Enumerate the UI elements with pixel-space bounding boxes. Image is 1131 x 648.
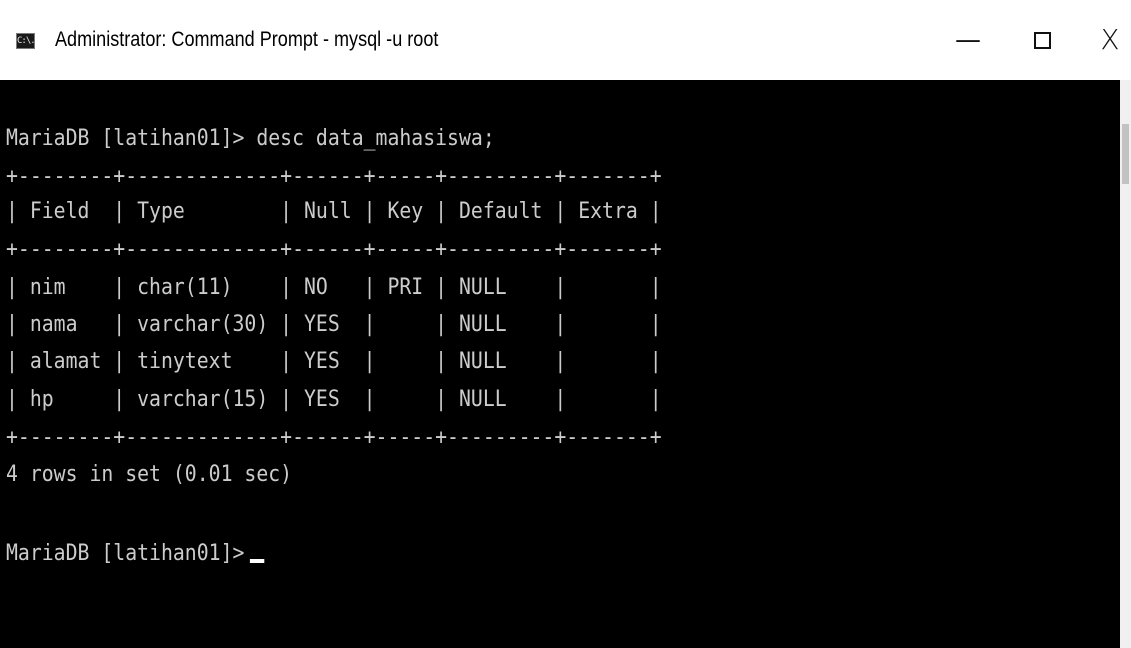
window-title: Administrator: Command Prompt - mysql -u… bbox=[55, 28, 439, 51]
table-border-bottom: +--------+-------------+------+-----+---… bbox=[6, 425, 662, 450]
table-border-top: +--------+-------------+------+-----+---… bbox=[6, 164, 662, 189]
table-border-header: +--------+-------------+------+-----+---… bbox=[6, 237, 662, 262]
console-output[interactable]: MariaDB [latihan01]> desc data_mahasiswa… bbox=[0, 80, 1131, 648]
title-bar[interactable]: C:\. Administrator: Command Prompt - mys… bbox=[0, 0, 1131, 80]
vertical-scrollbar[interactable] bbox=[1120, 80, 1131, 648]
minimize-button[interactable]: — bbox=[938, 20, 998, 60]
cmd-icon[interactable]: C:\. bbox=[16, 33, 35, 49]
maximize-icon bbox=[1033, 32, 1051, 49]
table-header-row: | Field | Type | Null | Key | Default | … bbox=[6, 199, 662, 224]
scroll-thumb[interactable] bbox=[1122, 124, 1129, 184]
command-prompt-window: C:\. Administrator: Command Prompt - mys… bbox=[0, 0, 1131, 648]
table-row: | nama | varchar(30) | YES | | NULL | | bbox=[6, 312, 662, 337]
close-button[interactable]: X bbox=[1080, 20, 1131, 60]
text-cursor bbox=[249, 559, 265, 563]
table-row: | hp | varchar(15) | YES | | NULL | | bbox=[6, 387, 662, 412]
prompt-line[interactable]: MariaDB [latihan01]> bbox=[6, 535, 265, 572]
maximize-button[interactable] bbox=[1012, 20, 1072, 60]
prompt-text: MariaDB [latihan01]> bbox=[6, 541, 245, 566]
table-row: | nim | char(11) | NO | PRI | NULL | | bbox=[6, 275, 662, 300]
result-summary: 4 rows in set (0.01 sec) bbox=[6, 462, 293, 487]
table-row: | alamat | tinytext | YES | | NULL | | bbox=[6, 349, 662, 374]
command-line: MariaDB [latihan01]> desc data_mahasiswa… bbox=[6, 126, 495, 151]
